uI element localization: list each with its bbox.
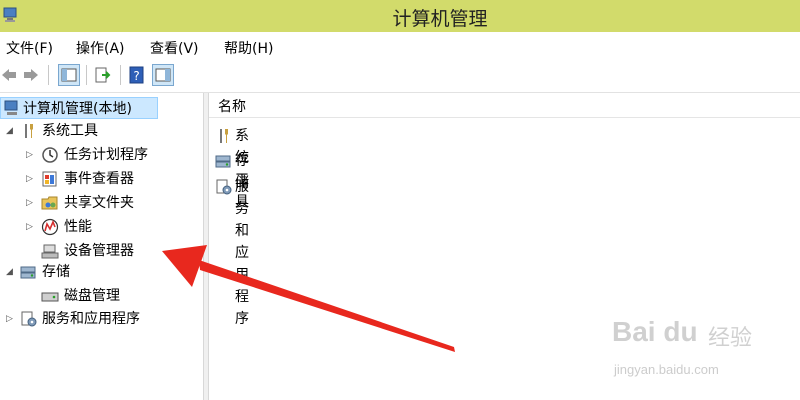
tree-item-label: 计算机管理(本地) (23, 101, 132, 117)
tree-item-label: 磁盘管理 (64, 288, 120, 304)
device-manager-icon (41, 244, 59, 259)
export-list-icon[interactable] (94, 66, 112, 84)
expand-arrow-icon[interactable]: ▷ (26, 151, 34, 160)
list-item-label: 服务和应用程序 (235, 179, 249, 327)
event-viewer-icon (42, 171, 57, 187)
computer-management-icon (4, 100, 18, 115)
back-icon[interactable] (0, 66, 18, 84)
watermark-logo: Bai du (612, 316, 698, 347)
tree-item-computer-management[interactable]: 计算机管理(本地) (0, 97, 158, 119)
toolbar-separator (48, 65, 49, 85)
expand-arrow-icon[interactable]: ▷ (26, 175, 34, 184)
system-tools-icon (220, 129, 228, 143)
tree-item-label: 性能 (64, 219, 92, 235)
tree-item-label: 设备管理器 (64, 243, 134, 259)
storage-icon (20, 266, 36, 279)
shared-folder-icon (41, 196, 58, 210)
show-hide-tree-icon[interactable] (58, 64, 80, 86)
forward-icon[interactable] (22, 66, 40, 84)
menu-help[interactable]: 帮助(H) (224, 38, 273, 58)
help-icon[interactable]: ? (128, 66, 146, 84)
system-tools-icon (25, 124, 33, 138)
expand-arrow-icon[interactable]: ▷ (6, 315, 14, 324)
column-header-name[interactable]: 名称 (209, 93, 800, 118)
performance-icon (41, 218, 59, 236)
toolbar-separator (120, 65, 121, 85)
tree-item-label: 共享文件夹 (64, 195, 134, 211)
tree-item-label: 任务计划程序 (64, 147, 148, 163)
column-header-label: 名称 (218, 99, 246, 115)
tree-item-label: 存储 (42, 264, 70, 280)
navigation-tree: 计算机管理(本地) ◢ 系统工具 ▷ 任务计划程序 ▷ 事件查看器 ▷ 共享文件… (0, 93, 203, 400)
expand-arrow-icon[interactable]: ▷ (26, 223, 34, 232)
menu-view[interactable]: 查看(V) (150, 38, 199, 58)
collapse-arrow-icon[interactable]: ◢ (6, 268, 14, 277)
collapse-arrow-icon[interactable]: ◢ (6, 127, 14, 136)
title-bar: 计算机管理 (0, 0, 800, 32)
tree-item-label: 服务和应用程序 (42, 311, 140, 327)
clock-icon (42, 147, 58, 163)
toolbar: ? (0, 60, 800, 93)
svg-text:?: ? (133, 69, 139, 83)
services-apps-icon (21, 311, 37, 327)
watermark-brand: 经验 (708, 326, 753, 351)
toolbar-separator (86, 65, 87, 85)
tree-item-label: 事件查看器 (64, 171, 134, 187)
disk-management-icon (41, 292, 59, 302)
services-apps-icon (216, 179, 232, 195)
watermark: Bai du 经验 jingyan.baidu.com (612, 316, 788, 386)
tree-item-label: 系统工具 (42, 123, 98, 139)
window-title: 计算机管理 (392, 8, 488, 30)
menu-action[interactable]: 操作(A) (76, 38, 125, 58)
menu-file[interactable]: 文件(F) (6, 38, 53, 58)
show-hide-action-pane-icon[interactable] (152, 64, 174, 86)
expand-arrow-icon[interactable]: ▷ (26, 199, 34, 208)
menu-bar: 文件(F) 操作(A) 查看(V) 帮助(H) (0, 32, 800, 60)
watermark-url: jingyan.baidu.com (614, 362, 719, 377)
storage-icon (215, 155, 231, 168)
